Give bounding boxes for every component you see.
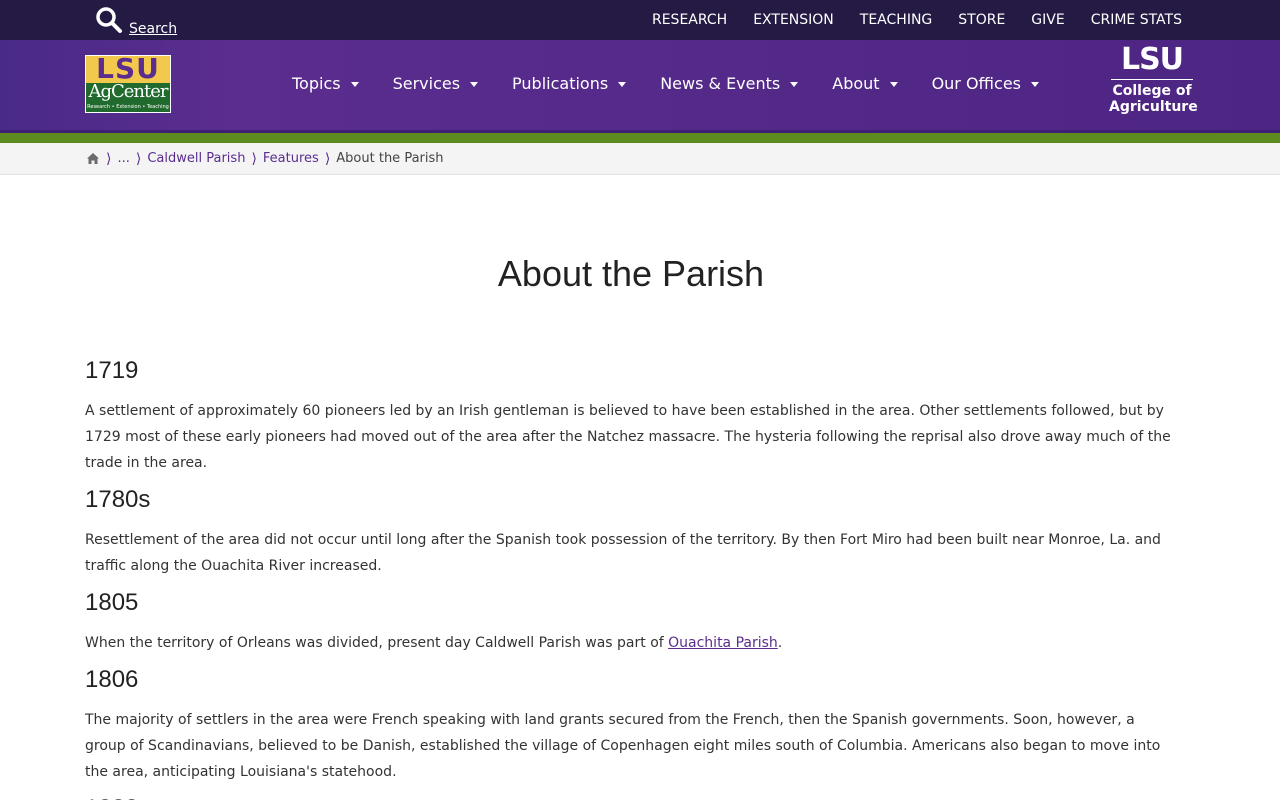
utility-link-teaching[interactable]: TEACHING bbox=[860, 12, 932, 28]
utility-link-extension[interactable]: EXTENSION bbox=[753, 12, 834, 28]
text-after-link: . bbox=[777, 635, 783, 651]
college-logo-lsu: LSU bbox=[1120, 42, 1184, 77]
utility-bar: Search RESEARCH EXTENSION TEACHING STORE… bbox=[0, 0, 1280, 40]
utility-link-research[interactable]: RESEARCH bbox=[652, 12, 727, 28]
search-link[interactable]: Search bbox=[129, 21, 177, 37]
logo-tagline: Research • Extension • Teaching bbox=[87, 104, 169, 110]
section-1805: 1805 When the territory of Orleans was d… bbox=[85, 589, 1177, 656]
agcenter-logo[interactable]: LSU AgCenter Research • Extension • Teac… bbox=[85, 55, 171, 113]
utility-link-give[interactable]: GIVE bbox=[1031, 12, 1064, 28]
breadcrumb-caldwell-parish[interactable]: Caldwell Parish bbox=[147, 151, 245, 166]
section-heading: 1838 bbox=[85, 795, 1177, 800]
college-of-agriculture-logo[interactable]: LSU College of Agriculture bbox=[1109, 42, 1198, 116]
utility-link-crime-stats[interactable]: CRIME STATS bbox=[1091, 12, 1182, 28]
green-divider bbox=[0, 130, 1280, 143]
section-heading: 1806 bbox=[85, 666, 139, 693]
college-logo-divider bbox=[1111, 79, 1193, 80]
search-icon bbox=[96, 7, 122, 33]
nav-label: Topics bbox=[292, 73, 341, 93]
section-heading: 1780s bbox=[85, 486, 151, 513]
caret-down-icon bbox=[618, 81, 627, 87]
nav-label: About bbox=[832, 73, 880, 93]
nav-label: News & Events bbox=[660, 73, 781, 93]
breadcrumb-separator: ⟩ bbox=[135, 150, 142, 167]
section-1806: 1806 The majority of settlers in the are… bbox=[85, 666, 1177, 785]
utility-nav: RESEARCH EXTENSION TEACHING STORE GIVE C… bbox=[626, 0, 1182, 40]
nav-label: Publications bbox=[512, 73, 609, 93]
section-heading: 1719 bbox=[85, 357, 139, 384]
search-toggle[interactable]: Search bbox=[95, 6, 177, 37]
college-logo-line2: Agriculture bbox=[1109, 99, 1198, 115]
caret-down-icon bbox=[889, 81, 898, 87]
home-icon[interactable] bbox=[86, 152, 100, 165]
college-logo-line1: College of bbox=[1112, 83, 1192, 99]
breadcrumb: ⟩ ... ⟩ Caldwell Parish ⟩ Features ⟩ Abo… bbox=[0, 143, 1280, 175]
main-header: LSU AgCenter Research • Extension • Teac… bbox=[0, 40, 1280, 130]
section-text: When the territory of Orleans was divide… bbox=[85, 630, 1177, 656]
text-before-link: When the territory of Orleans was divide… bbox=[85, 635, 669, 651]
caret-down-icon bbox=[790, 81, 799, 87]
nav-about[interactable]: About bbox=[832, 73, 898, 93]
nav-label: Our Offices bbox=[931, 73, 1021, 93]
caret-down-icon bbox=[1031, 81, 1039, 87]
section-text: A settlement of approximately 60 pioneer… bbox=[85, 403, 1171, 471]
main-nav: Topics Services Publications News & Even… bbox=[292, 40, 1073, 126]
caret-down-icon bbox=[350, 81, 359, 87]
breadcrumb-separator: ⟩ bbox=[324, 150, 331, 167]
section-text: The majority of settlers in the area wer… bbox=[85, 712, 1161, 780]
page-title: About the Parish bbox=[497, 253, 765, 294]
logo-agcenter-text: AgCenter bbox=[88, 81, 168, 102]
breadcrumb-current: About the Parish bbox=[336, 151, 444, 166]
nav-label: Services bbox=[392, 73, 461, 93]
breadcrumb-separator: ⟩ bbox=[106, 150, 112, 167]
nav-topics[interactable]: Topics bbox=[292, 74, 359, 93]
section-1838: 1838 bbox=[85, 795, 1177, 800]
nav-services[interactable]: Services bbox=[392, 73, 479, 93]
section-1719: 1719 A settlement of approximately 60 pi… bbox=[85, 357, 1177, 476]
section-heading: 1805 bbox=[85, 589, 139, 616]
ouachita-parish-link[interactable]: Ouachita Parish bbox=[668, 635, 778, 651]
nav-publications[interactable]: Publications bbox=[512, 73, 627, 93]
utility-link-store[interactable]: STORE bbox=[958, 12, 1005, 28]
nav-our-offices[interactable]: Our Offices bbox=[932, 74, 1039, 93]
breadcrumb-separator: ⟩ bbox=[251, 150, 257, 167]
section-1780s: 1780s Resettlement of the area did not o… bbox=[85, 486, 1177, 579]
section-text: Resettlement of the area did not occur u… bbox=[85, 532, 1161, 574]
nav-news-events[interactable]: News & Events bbox=[660, 73, 799, 93]
breadcrumb-features[interactable]: Features bbox=[263, 151, 319, 166]
caret-down-icon bbox=[470, 81, 479, 87]
breadcrumb-ellipsis[interactable]: ... bbox=[117, 151, 129, 166]
main-content: About the Parish 1719 A settlement of ap… bbox=[0, 253, 1280, 800]
